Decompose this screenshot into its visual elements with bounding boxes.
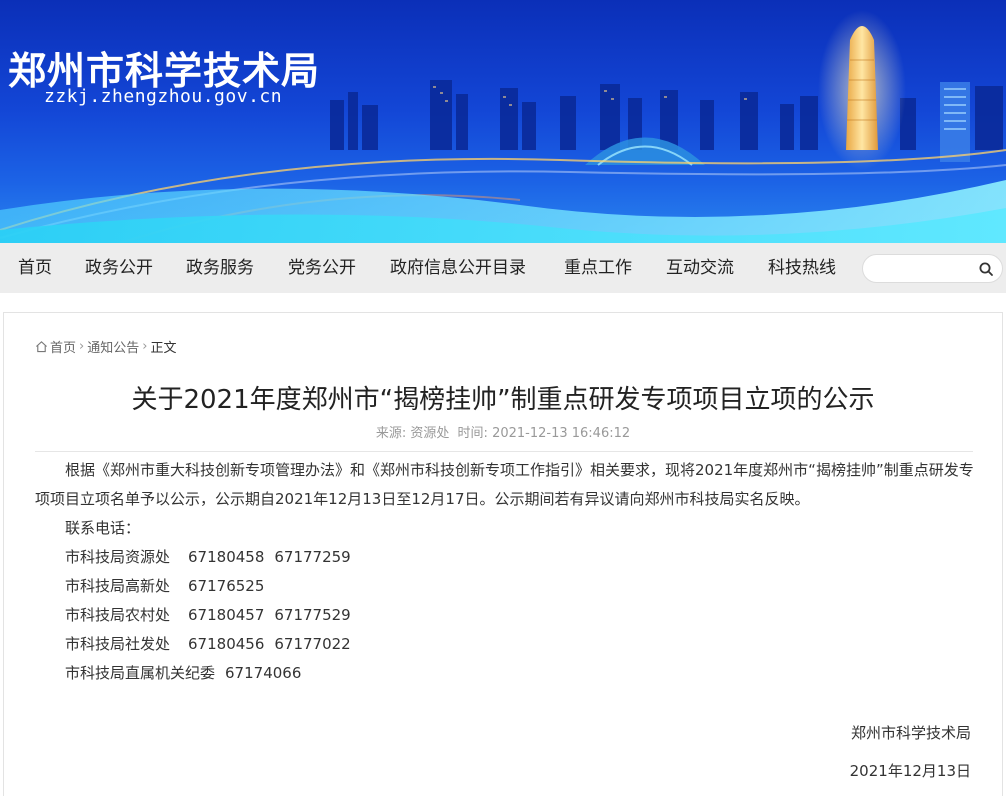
article-paragraph: 根据《郑州市重大科技创新专项管理办法》和《郑州市科技创新专项工作指引》相关要求，…: [35, 461, 974, 508]
breadcrumb-current: 正文: [150, 341, 177, 356]
source-value: 资源处: [410, 426, 450, 441]
home-icon: [36, 341, 47, 353]
site-domain: zzkj.zhengzhou.gov.cn: [44, 86, 283, 107]
contact-dept: 市科技局直属机关纪委: [65, 664, 216, 682]
nav-item-home[interactable]: 首页: [18, 243, 52, 293]
article-date: 2021年12月13日: [849, 762, 971, 780]
contact-phone: 67180457: [188, 606, 265, 624]
article-meta: 来源: 资源处 时间: 2021-12-13 16:46:12: [4, 422, 1002, 441]
city-skyline-illustration: [0, 10, 1006, 243]
contact-dept: 市科技局社发处: [65, 635, 171, 653]
article-title: 关于2021年度郑州市“揭榜挂帅”制重点研发专项项目立项的公示: [131, 385, 875, 415]
time-value: 2021-12-13 16:46:12: [492, 426, 631, 441]
divider: [35, 451, 973, 452]
contact-phone: 67177022: [274, 635, 351, 653]
contact-phone: 67176525: [188, 577, 265, 595]
breadcrumb: 首页 › 通知公告 › 正文: [35, 337, 177, 356]
time-label: 时间:: [457, 426, 488, 441]
breadcrumb-section[interactable]: 通知公告: [87, 341, 139, 356]
contact-label: 联系电话：: [65, 519, 141, 537]
contact-row: 市科技局社发处 67180456 67177022: [35, 630, 975, 659]
contact-phone: 67180458: [188, 548, 265, 566]
search-input[interactable]: [873, 259, 973, 279]
contact-phone: 67180456: [188, 635, 265, 653]
chevron-right-icon: ›: [142, 339, 148, 354]
article-body: 根据《郑州市重大科技创新专项管理办法》和《郑州市科技创新专项工作指引》相关要求，…: [35, 456, 975, 688]
article-panel: 首页 › 通知公告 › 正文 关于2021年度郑州市“揭榜挂帅”制重点研发专项项目立项的…: [3, 312, 1003, 796]
header-banner: 郑州市科学技术局 zzkj.zhengzhou.gov.cn: [0, 0, 1006, 243]
contact-dept: 市科技局农村处: [65, 606, 171, 624]
nav-item-party-affairs[interactable]: 党务公开: [288, 243, 356, 293]
building-lights: [433, 86, 747, 106]
nav-item-info-disclosure[interactable]: 政府信息公开目录: [390, 243, 526, 293]
nav-item-interaction[interactable]: 互动交流: [666, 243, 734, 293]
contact-row: 市科技局农村处 67180457 67177529: [35, 601, 975, 630]
breadcrumb-home[interactable]: 首页: [50, 341, 76, 356]
chevron-right-icon: ›: [79, 339, 85, 354]
main-nav: 首页 政务公开 政务服务 党务公开 政府信息公开目录 重点工作 互动交流 科技热…: [0, 243, 1006, 293]
contact-row: 市科技局高新处 67176525: [35, 572, 975, 601]
contact-dept: 市科技局高新处: [65, 577, 171, 595]
contact-row: 市科技局直属机关纪委 67174066: [35, 659, 975, 688]
nav-item-hotline[interactable]: 科技热线: [768, 243, 836, 293]
nav-item-government-services[interactable]: 政务服务: [186, 243, 254, 293]
contact-phone: 67177529: [274, 606, 351, 624]
search-icon[interactable]: [978, 261, 994, 277]
source-label: 来源:: [375, 426, 407, 441]
contact-row: 市科技局资源处 67180458 67177259: [35, 543, 975, 572]
contact-phone: 67177259: [274, 548, 351, 566]
contact-phone: 67174066: [225, 664, 302, 682]
nav-item-key-work[interactable]: 重点工作: [564, 243, 632, 293]
contact-dept: 市科技局资源处: [65, 548, 171, 566]
article-signature: 郑州市科学技术局: [850, 724, 971, 742]
search-box: [862, 254, 1003, 283]
nav-item-government-affairs[interactable]: 政务公开: [85, 243, 153, 293]
landmark-tower: [846, 26, 878, 150]
